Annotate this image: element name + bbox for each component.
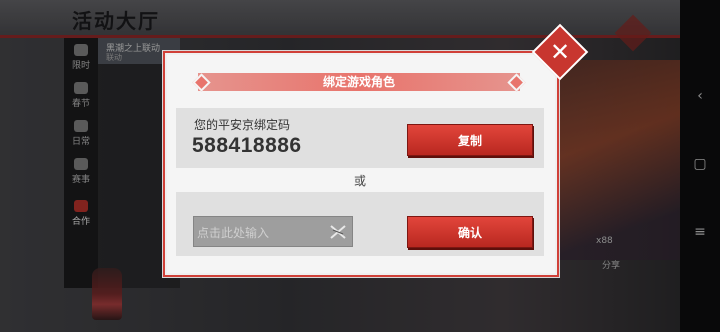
dialog-header: 绑定游戏角色: [192, 73, 526, 92]
code-input-field[interactable]: [193, 216, 353, 248]
confirm-button[interactable]: 确认: [407, 216, 533, 248]
dialog-title: 绑定游戏角色: [322, 75, 395, 89]
code-input[interactable]: [194, 217, 329, 248]
bind-code-value: 588418886: [192, 134, 302, 157]
close-icon: ✕: [549, 37, 571, 66]
or-separator: 或: [353, 174, 366, 188]
copy-button[interactable]: 复制: [407, 124, 533, 156]
code-label: 您的平安京绑定码: [194, 118, 291, 132]
clear-input-icon[interactable]: [328, 222, 348, 242]
